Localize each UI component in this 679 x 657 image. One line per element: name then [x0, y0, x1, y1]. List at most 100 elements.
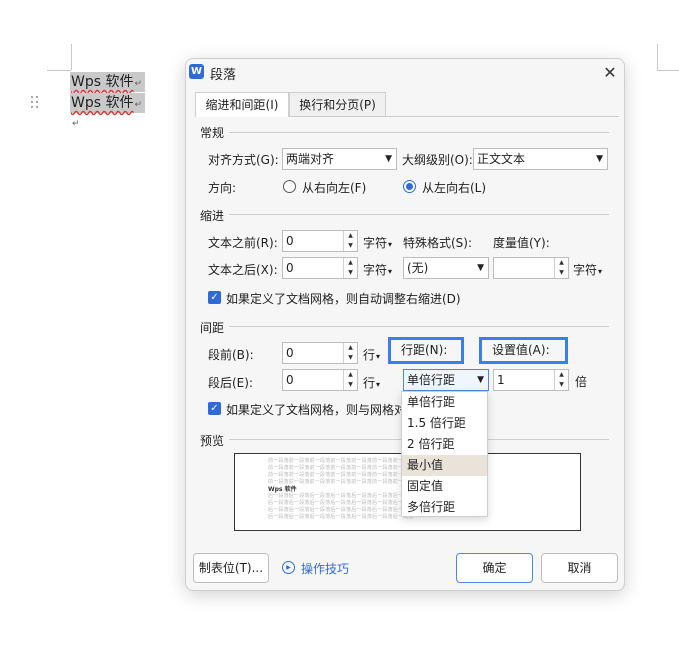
align-label: 对齐方式(G):: [208, 153, 279, 167]
ltr-radio[interactable]: [403, 180, 416, 193]
unit-label: 字符: [363, 263, 388, 277]
indent-after-input[interactable]: 0 ▲ ▼: [282, 257, 358, 279]
spin-down-icon[interactable]: ▼: [555, 268, 568, 278]
line-spacing-label-highlight: 行距(N):: [388, 337, 464, 364]
tabs-button[interactable]: 制表位(T)...: [193, 553, 269, 583]
indent-before-label: 文本之前(R):: [208, 236, 278, 250]
line-spacing-option[interactable]: 固定值: [402, 476, 487, 497]
paragraph-mark-icon: ↵: [134, 79, 143, 89]
spinner-buttons[interactable]: ▲ ▼: [343, 258, 357, 278]
paragraph-mark-icon: ↵: [72, 119, 80, 129]
preview-before-line: 前一段落前一段落前一段落前一段落前一段落前一段落前一段落: [268, 458, 414, 464]
ok-button[interactable]: 确定: [456, 553, 533, 583]
set-value-label: 设置值(A):: [492, 343, 550, 357]
dropdown-arrow-icon: ▼: [385, 154, 392, 164]
space-before-label: 段前(B):: [208, 348, 254, 362]
unit-label: 字符: [363, 236, 388, 250]
spinner-buttons[interactable]: ▲ ▼: [554, 370, 568, 390]
unit-dropdown-icon: ▾: [376, 352, 381, 361]
spinner-buttons[interactable]: ▲ ▼: [343, 343, 357, 363]
doc-line-2[interactable]: Wps 软件↵: [70, 93, 146, 113]
measure-unit[interactable]: 字符▾: [573, 261, 602, 278]
line-spacing-value: 单倍行距: [407, 373, 456, 387]
ltr-label[interactable]: 从左向右(L): [422, 179, 486, 196]
spin-down-icon[interactable]: ▼: [344, 353, 357, 363]
page-corner-right: [657, 44, 658, 70]
close-icon[interactable]: ✕: [599, 63, 621, 83]
spin-up-icon[interactable]: ▲: [555, 258, 568, 268]
doc-line-text: Wps 软件: [71, 95, 134, 111]
outline-value: 正文文本: [477, 152, 526, 166]
dialog-title: 段落: [210, 68, 237, 83]
spin-up-icon[interactable]: ▲: [344, 343, 357, 353]
spin-down-icon[interactable]: ▼: [344, 380, 357, 390]
spacing-grid-checkbox[interactable]: ✓: [208, 402, 221, 415]
rtl-label[interactable]: 从右向左(F): [302, 179, 366, 196]
spin-up-icon[interactable]: ▲: [555, 370, 568, 380]
line-spacing-option[interactable]: 多倍行距: [402, 497, 487, 518]
indent-grid-checkbox-label[interactable]: 如果定义了文档网格，则自动调整右缩进(D): [226, 290, 461, 307]
special-format-value: (无): [407, 261, 429, 275]
special-format-label: 特殊格式(S):: [403, 236, 473, 250]
page-corner-left: [71, 44, 72, 70]
dropdown-arrow-icon: ▼: [477, 375, 484, 385]
preview-after-line: 后一段落后一段落后一段落后一段落后一段落后一段落后一段落: [268, 493, 414, 499]
cancel-button[interactable]: 取消: [541, 553, 618, 583]
space-before-value: 0: [286, 346, 294, 360]
spinner-buttons[interactable]: ▲ ▼: [343, 370, 357, 390]
set-value-input[interactable]: 1 ▲ ▼: [493, 369, 569, 391]
space-after-value: 0: [286, 373, 294, 387]
space-after-label: 段后(E):: [208, 376, 253, 390]
divider: [229, 326, 609, 327]
set-value-label-highlight: 设置值(A):: [479, 337, 568, 364]
line-spacing-option[interactable]: 1.5 倍行距: [402, 413, 487, 434]
spin-up-icon[interactable]: ▲: [344, 370, 357, 380]
align-value: 两端对齐: [286, 152, 335, 166]
line-spacing-option[interactable]: 2 倍行距: [402, 434, 487, 455]
drag-handle-icon[interactable]: [31, 96, 39, 108]
tips-link[interactable]: 操作技巧: [301, 560, 349, 577]
align-select[interactable]: 两端对齐 ▼: [282, 148, 397, 170]
paragraph-mark-icon: ↵: [134, 100, 143, 110]
line-spacing-select[interactable]: 单倍行距 ▼: [403, 369, 489, 391]
special-format-select[interactable]: (无) ▼: [403, 257, 489, 279]
space-before-input[interactable]: 0 ▲ ▼: [282, 342, 358, 364]
space-after-input[interactable]: 0 ▲ ▼: [282, 369, 358, 391]
unit-label: 行: [363, 348, 376, 362]
spin-down-icon[interactable]: ▼: [344, 268, 357, 278]
outline-select[interactable]: 正文文本 ▼: [473, 148, 608, 170]
spin-up-icon[interactable]: ▲: [344, 231, 357, 241]
tab-indent-spacing[interactable]: 缩进和间距(I): [195, 92, 289, 117]
measure-input[interactable]: ▲ ▼: [493, 257, 569, 279]
indent-after-unit[interactable]: 字符▾: [363, 261, 392, 278]
play-circle-icon[interactable]: ▶: [282, 561, 295, 574]
preview-before-line: 前一段落前一段落前一段落前一段落前一段落前一段落前一段落: [268, 465, 414, 471]
doc-line-1[interactable]: Wps 软件↵: [70, 72, 146, 92]
spin-down-icon[interactable]: ▼: [555, 380, 568, 390]
spinner-buttons[interactable]: ▲ ▼: [343, 231, 357, 251]
indent-before-input[interactable]: 0 ▲ ▼: [282, 230, 358, 252]
unit-dropdown-icon: ▾: [388, 267, 393, 276]
measure-label: 度量值(Y):: [493, 236, 550, 250]
indent-after-value: 0: [286, 261, 294, 275]
unit-dropdown-icon: ▾: [598, 267, 603, 276]
dialog-titlebar[interactable]: W 段落 ✕: [186, 59, 624, 87]
line-spacing-option[interactable]: 单倍行距: [402, 392, 487, 413]
tab-line-page-break[interactable]: 换行和分页(P): [289, 92, 386, 117]
indent-grid-checkbox[interactable]: ✓: [208, 291, 221, 304]
spin-up-icon[interactable]: ▲: [344, 258, 357, 268]
indent-before-unit[interactable]: 字符▾: [363, 234, 392, 251]
section-spacing-heading: 间距: [200, 321, 225, 335]
line-spacing-option[interactable]: 最小值: [402, 455, 487, 476]
spacing-grid-checkbox-label[interactable]: 如果定义了文档网格，则与网格对: [226, 401, 406, 418]
set-value-value: 1: [497, 373, 505, 387]
spin-down-icon[interactable]: ▼: [344, 241, 357, 251]
spinner-buttons[interactable]: ▲ ▼: [554, 258, 568, 278]
space-after-unit[interactable]: 行▾: [363, 374, 380, 391]
section-general-heading: 常规: [200, 126, 225, 140]
unit-label: 行: [363, 376, 376, 390]
rtl-radio[interactable]: [283, 180, 296, 193]
divider: [229, 132, 609, 133]
space-before-unit[interactable]: 行▾: [363, 346, 380, 363]
unit-dropdown-icon: ▾: [388, 240, 393, 249]
